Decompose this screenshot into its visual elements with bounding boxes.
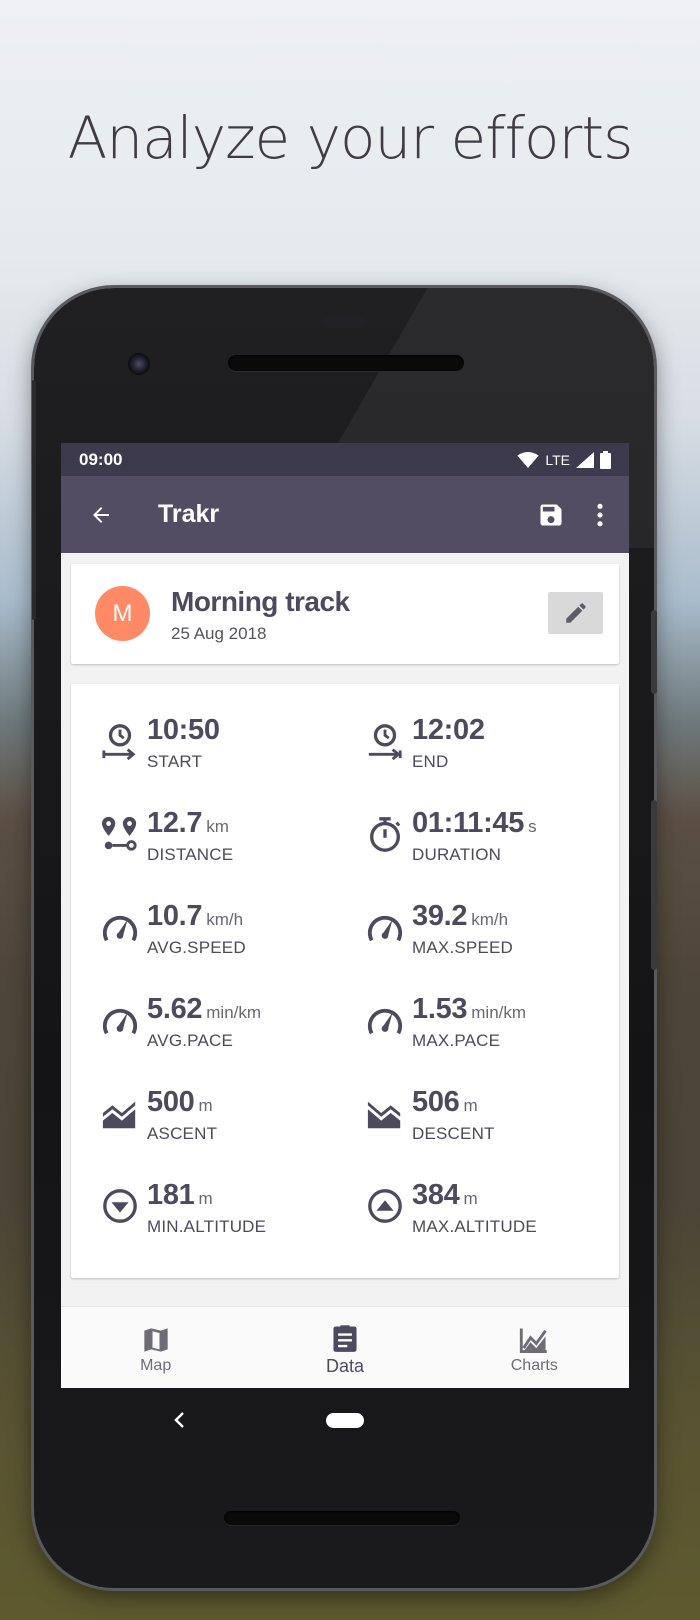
stopwatch-icon (370, 817, 401, 852)
bottom-speaker (224, 1511, 460, 1525)
stat-label: AVG.PACE (147, 1031, 233, 1050)
stat-distance: 12.7 km DISTANCE (71, 801, 321, 871)
headline: Analyze your efforts (67, 104, 634, 172)
stat-value: 5.62 (147, 993, 203, 1025)
stat-duration: 01:11:45 s DURATION (336, 801, 586, 871)
stat-value: 10.7 (147, 900, 203, 932)
speedometer-icon (367, 915, 403, 942)
stat-label: DESCENT (412, 1124, 495, 1143)
signal-icon (576, 451, 594, 468)
track-date: 25 Aug 2018 (171, 624, 267, 643)
app-title: Trakr (158, 500, 220, 528)
stat-label: DURATION (412, 845, 502, 864)
stat-label: DISTANCE (147, 845, 234, 864)
speedometer-icon (102, 1008, 138, 1035)
stat-start: 10:50 START (71, 708, 321, 778)
proximity-sensor (323, 316, 365, 328)
stat-value: 12:02 (412, 714, 485, 746)
stat-unit: m (463, 1096, 478, 1115)
wifi-icon (517, 451, 540, 468)
speedometer-icon (102, 915, 138, 942)
nav-label: Map (140, 1356, 172, 1374)
stat-value: 10:50 (147, 714, 220, 746)
clock-start-icon (102, 724, 136, 760)
ascent-icon (102, 1101, 136, 1129)
nav-charts[interactable]: Charts (440, 1307, 629, 1388)
stat-avg-speed: 10.7 km/h AVG.SPEED (71, 894, 321, 964)
stat-value: 12.7 (147, 807, 203, 839)
stat-ascent: 500 m ASCENT (71, 1080, 321, 1150)
back-arrow-icon[interactable] (89, 503, 113, 527)
front-camera (128, 353, 150, 375)
earpiece-speaker (228, 355, 464, 371)
stat-value: 500 (147, 1086, 195, 1118)
nav-data[interactable]: Data (250, 1307, 439, 1388)
save-icon[interactable] (537, 501, 565, 529)
network-type: LTE (545, 451, 570, 468)
side-edge (32, 380, 36, 620)
speedometer-icon (367, 1008, 403, 1035)
clock-end-icon (368, 724, 402, 760)
nav-label: Charts (510, 1356, 558, 1374)
stat-unit: m (198, 1096, 213, 1115)
stat-unit: km (206, 817, 229, 836)
stat-value: 01:11:45 (412, 807, 525, 839)
stat-value: 39.2 (412, 900, 468, 932)
stat-value: 384 (412, 1179, 460, 1211)
status-time: 09:00 (79, 449, 123, 469)
status-bar: 09:00 LTE (61, 443, 629, 476)
stat-descent: 506 m DESCENT (336, 1080, 586, 1150)
stat-unit: km/h (471, 910, 509, 929)
chart-icon (520, 1327, 548, 1353)
stat-end: 12:02 END (336, 708, 586, 778)
stat-label: MAX.SPEED (412, 938, 513, 957)
stat-avg-pace: 5.62 min/km AVG.PACE (71, 987, 321, 1057)
stat-label: AVG.SPEED (147, 938, 246, 957)
stat-unit: min/km (471, 1003, 527, 1022)
stat-label: START (147, 752, 203, 771)
stat-value: 506 (412, 1086, 460, 1118)
stat-label: END (412, 752, 449, 771)
system-home-button[interactable] (326, 1413, 364, 1428)
bottom-navigation: Map Data Charts (61, 1306, 629, 1388)
stat-unit: m (198, 1189, 213, 1208)
stat-value: 1.53 (412, 993, 468, 1025)
clipboard-icon (333, 1325, 357, 1352)
track-name: Morning track (171, 586, 350, 617)
pencil-icon (565, 603, 586, 623)
stat-max-speed: 39.2 km/h MAX.SPEED (336, 894, 586, 964)
battery-icon (600, 450, 611, 469)
stat-label: MIN.ALTITUDE (147, 1217, 267, 1236)
stat-label: ASCENT (147, 1124, 218, 1143)
stat-min-altitude: 181 m MIN.ALTITUDE (71, 1173, 321, 1243)
map-icon (143, 1327, 168, 1352)
nav-label: Data (325, 1356, 364, 1376)
edit-button[interactable] (548, 592, 603, 634)
arrow-down-circle-icon (103, 1189, 137, 1223)
volume-button (651, 800, 657, 970)
nav-map[interactable]: Map (61, 1307, 250, 1388)
stat-unit: km/h (206, 910, 244, 929)
stat-unit: s (528, 817, 537, 836)
app-bar: Trakr (61, 476, 629, 553)
stat-max-pace: 1.53 min/km MAX.PACE (336, 987, 586, 1057)
route-icon (101, 816, 137, 851)
stat-max-altitude: 384 m MAX.ALTITUDE (336, 1173, 586, 1243)
more-vert-icon[interactable] (595, 502, 605, 528)
descent-icon (367, 1101, 401, 1129)
stat-value: 181 (147, 1179, 195, 1211)
stats-card: 10:50 START 12:02 END 12.7 km DISTANCE 01… (71, 684, 619, 1278)
power-button (651, 610, 657, 694)
system-back-icon[interactable] (172, 1410, 186, 1430)
stat-label: MAX.ALTITUDE (412, 1217, 537, 1236)
phone-screen: 09:00 LTE Trakr M Morning track 25 Aug 2… (61, 443, 629, 1388)
stat-label: MAX.PACE (412, 1031, 501, 1050)
arrow-up-circle-icon (368, 1189, 402, 1223)
track-header-card: M Morning track 25 Aug 2018 (71, 564, 619, 664)
avatar: M (95, 586, 150, 641)
stat-unit: min/km (206, 1003, 262, 1022)
stat-unit: m (463, 1189, 478, 1208)
